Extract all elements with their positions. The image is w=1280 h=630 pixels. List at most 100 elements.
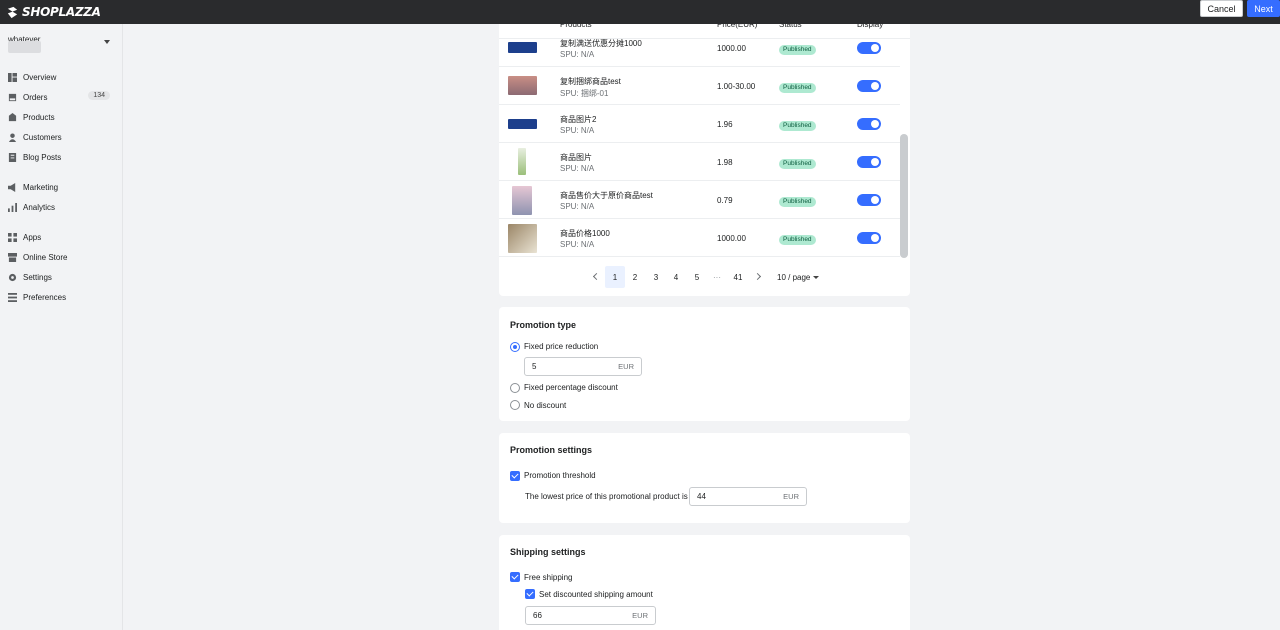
pagination: 1 2 3 4 5 ··· 41 10 / page — [499, 266, 910, 288]
chevron-right-icon[interactable] — [753, 272, 762, 281]
status-badge: Published — [779, 197, 816, 207]
sidebar-item-apps[interactable]: Apps — [8, 230, 116, 244]
logo-icon — [7, 6, 18, 18]
discounted-shipping-checkbox[interactable] — [525, 589, 535, 599]
table-row: 商品图片2 SPU: N/A 1.96 Published — [499, 105, 900, 143]
product-spu: SPU: N/A — [560, 202, 595, 211]
display-toggle[interactable] — [857, 156, 881, 168]
radio-fixed-percentage-discount[interactable] — [510, 383, 520, 393]
discounted-shipping-label: Set discounted shipping amount — [539, 590, 653, 599]
sidebar-item-overview[interactable]: Overview — [8, 70, 116, 84]
reduction-amount-input[interactable]: 5 EUR — [524, 357, 642, 376]
input-value: 44 — [697, 492, 706, 501]
product-name: 复制捆绑商品test — [560, 77, 621, 86]
store-icon — [8, 252, 17, 262]
display-toggle[interactable] — [857, 232, 881, 244]
product-thumbnail — [508, 224, 537, 253]
input-unit: EUR — [783, 492, 799, 501]
page-button-3[interactable]: 3 — [646, 266, 666, 288]
table-scrollbar[interactable] — [900, 134, 908, 258]
page-button-5[interactable]: 5 — [687, 266, 707, 288]
sidebar-item-customers[interactable]: Customers — [8, 130, 116, 144]
orders-icon — [8, 93, 17, 101]
sidebar-item-label: Customers — [23, 132, 62, 142]
product-thumbnail — [518, 148, 526, 175]
sidebar-item-products[interactable]: Products — [8, 110, 116, 124]
sidebar-item-preferences[interactable]: Preferences — [8, 290, 116, 304]
radio-no-discount[interactable] — [510, 400, 520, 410]
sidebar-item-analytics[interactable]: Analytics — [8, 200, 116, 214]
product-spu: SPU: N/A — [560, 240, 595, 249]
display-toggle[interactable] — [857, 80, 881, 92]
page-button-1[interactable]: 1 — [605, 266, 625, 288]
sidebar-item-label: Overview — [23, 72, 57, 82]
shoplazza-logo: SHOPLAZZA — [6, 2, 101, 22]
page-button-2[interactable]: 2 — [625, 266, 645, 288]
product-thumbnail — [508, 42, 537, 53]
product-thumbnail — [508, 76, 537, 95]
sidebar-item-label: Settings — [23, 272, 52, 282]
marketing-icon — [8, 182, 16, 192]
preferences-icon — [8, 292, 17, 302]
sidebar-item-orders[interactable]: Orders 134 — [8, 90, 116, 104]
free-shipping-checkbox[interactable] — [510, 572, 520, 582]
sidebar-item-settings[interactable]: Settings — [8, 270, 116, 284]
free-shipping-label: Free shipping — [524, 573, 573, 582]
product-name: 商品图片 — [560, 153, 592, 162]
overview-icon — [8, 72, 17, 82]
page-size-select[interactable]: 10 / page — [777, 266, 820, 288]
cancel-button[interactable]: Cancel — [1200, 0, 1243, 17]
blog-icon — [8, 152, 17, 162]
sidebar-item-marketing[interactable]: Marketing — [8, 180, 116, 194]
product-spu: SPU: N/A — [560, 50, 595, 59]
gear-icon — [8, 273, 17, 281]
sidebar-item-label: Products — [23, 112, 55, 122]
promotion-threshold-checkbox[interactable] — [510, 471, 520, 481]
product-price: 1000.00 — [717, 44, 746, 53]
sidebar-item-label: Preferences — [23, 292, 67, 302]
promotion-settings-card: Promotion settings Promotion threshold T… — [499, 433, 910, 523]
shipping-amount-input[interactable]: 66 EUR — [525, 606, 656, 625]
product-name: 复制满送优惠分摊1000 — [560, 39, 642, 48]
promotion-threshold-label: Promotion threshold — [524, 471, 596, 480]
product-spu: SPU: N/A — [560, 126, 595, 135]
status-badge: Published — [779, 45, 816, 55]
status-badge: Published — [779, 235, 816, 245]
sidebar-item-label: Blog Posts — [23, 152, 62, 162]
top-bar: SHOPLAZZA Cancel Next — [0, 0, 1280, 24]
input-unit: EUR — [632, 611, 648, 620]
page-size-label: 10 / page — [777, 272, 811, 282]
shipping-settings-card: Shipping settings Free shipping Set disc… — [499, 535, 910, 630]
products-icon — [8, 112, 17, 121]
chevron-down-icon[interactable] — [104, 40, 110, 44]
sidebar-item-label: Analytics — [23, 202, 56, 212]
product-price: 0.79 — [717, 196, 733, 205]
display-toggle[interactable] — [857, 42, 881, 54]
sidebar-item-online-store[interactable]: Online Store — [8, 250, 116, 264]
lowest-price-input[interactable]: 44 EUR — [689, 487, 807, 506]
display-toggle[interactable] — [857, 194, 881, 206]
sidebar-item-label: Online Store — [23, 252, 68, 262]
next-button[interactable]: Next — [1247, 0, 1280, 17]
customers-icon — [8, 132, 17, 142]
table-row: 复制捆绑商品test SPU: 捆绑-01 1.00-30.00 Publish… — [499, 67, 900, 105]
page-button-41[interactable]: 41 — [728, 266, 748, 288]
chevron-left-icon[interactable] — [592, 272, 601, 281]
promotion-type-card: Promotion type Fixed price reduction 5 E… — [499, 307, 910, 421]
input-value: 5 — [532, 362, 537, 371]
product-thumbnail — [508, 119, 537, 129]
lowest-price-label: The lowest price of this promotional pro… — [525, 492, 688, 501]
status-badge: Published — [779, 159, 816, 169]
product-name: 商品售价大于原价商品test — [560, 191, 653, 200]
display-toggle[interactable] — [857, 118, 881, 130]
radio-fixed-price-reduction[interactable] — [510, 342, 520, 352]
sidebar-item-blog-posts[interactable]: Blog Posts — [8, 150, 116, 164]
table-row: 复制满送优惠分摊1000 SPU: N/A 1000.00 Published — [499, 29, 900, 67]
page-ellipsis[interactable]: ··· — [707, 266, 727, 288]
page-button-4[interactable]: 4 — [666, 266, 686, 288]
sidebar-item-label: Apps — [23, 232, 42, 242]
product-spu: SPU: N/A — [560, 164, 595, 173]
option-label: No discount — [524, 401, 567, 410]
option-label: Fixed price reduction — [524, 342, 599, 351]
product-name: 商品图片2 — [560, 115, 597, 124]
